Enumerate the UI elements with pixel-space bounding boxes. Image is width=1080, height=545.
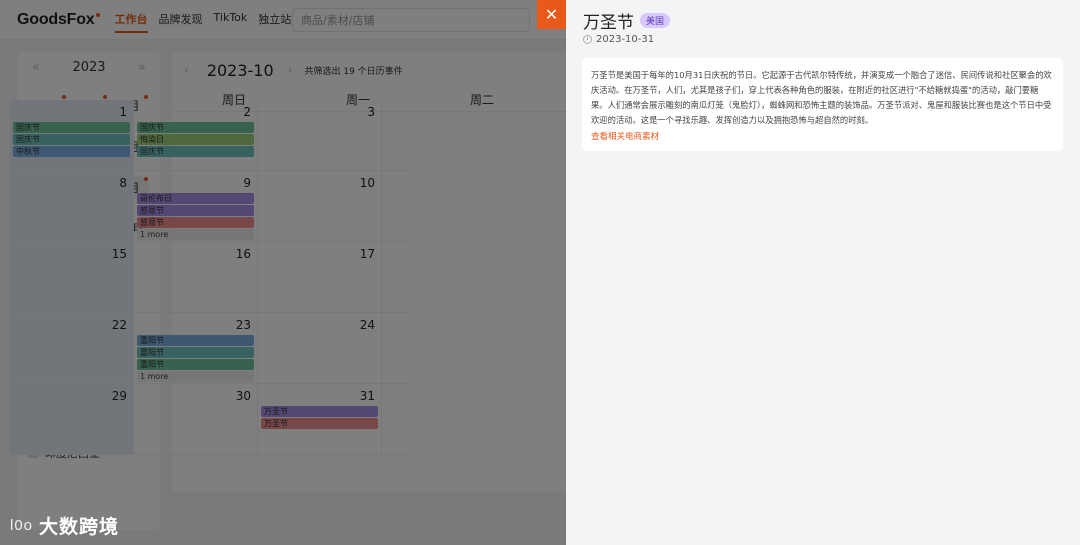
related-materials-link[interactable]: 查看相关电商素材	[591, 130, 1054, 142]
event-date-row: 2023-10-31	[583, 34, 654, 45]
watermark-logo: l0o	[10, 517, 34, 534]
event-description-card: 万圣节是美国于每年的10月31日庆祝的节日。它起源于古代凯尔特传统，并演变成一个…	[582, 58, 1063, 151]
event-title-row: 万圣节 美国	[583, 8, 671, 33]
event-title: 万圣节	[583, 13, 634, 33]
close-drawer-button[interactable]: ✕	[537, 0, 566, 29]
watermark: l0o 大数跨境	[10, 512, 119, 539]
country-tag: 美国	[640, 13, 671, 28]
event-description: 万圣节是美国于每年的10月31日庆祝的节日。它起源于古代凯尔特传统，并演变成一个…	[591, 70, 1052, 125]
event-date: 2023-10-31	[596, 34, 655, 45]
modal-overlay[interactable]	[0, 0, 566, 545]
event-detail-drawer: 万圣节 美国 2023-10-31 万圣节是美国于每年的10月31日庆祝的节日。…	[566, 0, 1080, 545]
clock-icon	[583, 35, 592, 44]
watermark-text: 大数跨境	[39, 516, 120, 538]
